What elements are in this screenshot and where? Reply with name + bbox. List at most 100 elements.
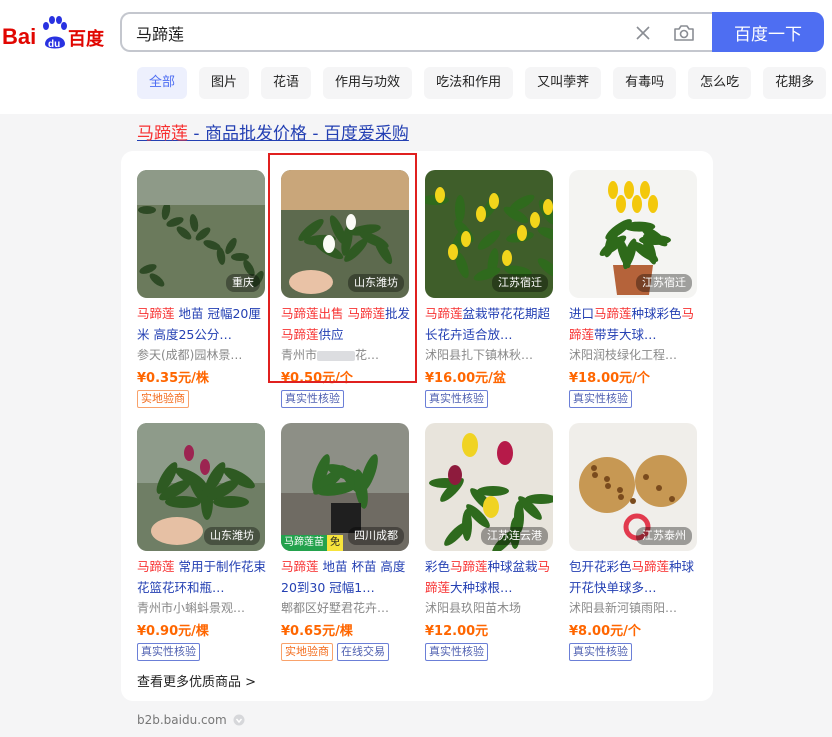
product-title-part: 马蹄莲 <box>594 306 632 321</box>
product-location: 江苏宿迁 <box>636 274 692 292</box>
product-badges: 真实性核验 <box>425 390 488 408</box>
source-domain: b2b.baidu.com <box>137 713 227 727</box>
product-image[interactable]: 山东潍坊 <box>137 423 265 551</box>
product-badges: 实地验商 <box>137 390 189 408</box>
more-products-link[interactable]: 查看更多优质商品 > <box>137 671 256 690</box>
product-title-part: 种球彩色 <box>631 306 682 321</box>
header: Bai du 百度 百度一下 全部图片花语作用与功效吃法和作用又叫荸荠有毒吗怎么… <box>0 0 832 114</box>
product-item[interactable]: 江苏泰州包开花彩色马蹄莲种球开花快单球多… 沭阳县新河镇雨阳… ¥8.00元/个 真实… <box>569 423 701 663</box>
product-location: 山东潍坊 <box>204 527 260 545</box>
product-item[interactable]: 江苏宿迁 进口马蹄莲种球彩色马蹄莲带芽大球… 沭阳润枝绿化工程… ¥18.00元/个真… <box>569 170 701 410</box>
verification-badge: 真实性核验 <box>281 390 344 408</box>
product-image[interactable]: 江苏泰州 <box>569 423 697 551</box>
tab-3[interactable]: 作用与功效 <box>323 67 413 99</box>
product-image[interactable]: 四川成都 马蹄莲苗免 <box>281 423 409 551</box>
product-title-part: 马蹄莲 <box>450 559 488 574</box>
product-price: ¥16.00元/盆 <box>425 371 506 386</box>
camera-icon[interactable] <box>672 21 696 45</box>
verification-badge: 在线交易 <box>337 643 389 661</box>
search-tabs: 全部 图片 花语 作用与功效 吃法和作用 又叫荸荠 有毒吗 怎么吃 花期多 <box>137 67 832 99</box>
product-location: 江苏连云港 <box>481 527 548 545</box>
verification-badge: 真实性核验 <box>137 643 200 661</box>
image-tag-text: 马蹄莲苗 <box>281 535 327 551</box>
product-price: ¥18.00元/个 <box>569 371 650 386</box>
tab-6[interactable]: 有毒吗 <box>613 67 677 99</box>
product-title-part: 种球盆栽 <box>487 559 538 574</box>
result-source: b2b.baidu.com <box>137 713 245 727</box>
product-title[interactable]: 马蹄莲 常用于制作花束花篮花环和瓶… <box>137 556 267 598</box>
svg-text:Bai: Bai <box>2 24 36 49</box>
product-item[interactable]: 四川成都 马蹄莲苗免马蹄莲 地苗 杯苗 高度20到30 冠幅1… 郫都区好墅君花卉…… <box>281 423 413 663</box>
product-location: 江苏宿迁 <box>492 274 548 292</box>
product-item[interactable]: 山东潍坊马蹄莲 常用于制作花束花篮花环和瓶… 青州市小蝌蚪景观… ¥0.90元/棵真… <box>137 423 269 663</box>
clear-icon[interactable] <box>632 22 654 44</box>
svg-text:百度: 百度 <box>68 28 105 50</box>
tab-5[interactable]: 又叫荸荠 <box>525 67 602 99</box>
result-title-highlight: 马蹄莲 <box>137 124 188 144</box>
product-badges: 实地验商 在线交易 <box>281 643 389 661</box>
product-badges: 真实性核验 <box>281 390 344 408</box>
product-item[interactable]: 江苏连云港 彩色马蹄莲种球盆栽马蹄莲大种球根… 沭阳县玖阳苗木场 ¥12.00元 真实性… <box>425 423 557 663</box>
product-image[interactable]: 重庆 <box>137 170 265 298</box>
search-button[interactable]: 百度一下 <box>712 12 824 52</box>
product-title-part: 大种球根… <box>450 580 513 595</box>
result-title-link[interactable]: 马蹄莲 - 商品批发价格 - 百度爱采购 <box>137 119 409 144</box>
product-badges: 真实性核验 <box>569 643 632 661</box>
product-item[interactable]: 重庆 马蹄莲 地苗 冠幅20厘米 高度25公分… 参天(成都)园林景… ¥0.35元/… <box>137 170 269 410</box>
verification-badge: 实地验商 <box>137 390 189 408</box>
product-location: 重庆 <box>226 274 260 292</box>
product-price: ¥8.00元/个 <box>569 624 641 639</box>
product-location: 四川成都 <box>348 527 404 545</box>
tab-0[interactable]: 全部 <box>137 67 188 99</box>
baidu-logo[interactable]: Bai du 百度 <box>2 14 108 54</box>
product-title[interactable]: 马蹄莲 地苗 冠幅20厘米 高度25公分… <box>137 303 267 345</box>
product-item[interactable]: 江苏宿迁马蹄莲盆栽带花花期超长花卉适合放… 沭阳县扎下镇林秋… ¥16.00元/盆真… <box>425 170 557 410</box>
verification-badge: 真实性核验 <box>425 643 488 661</box>
product-card: 查看更多优质商品 > 重庆 马蹄莲 地苗 冠幅20厘米 高度25公分… 参天(成都)… <box>121 151 713 701</box>
tab-8[interactable]: 花期多 <box>763 67 827 99</box>
product-title-part: 带芽大球… <box>594 327 657 342</box>
image-tag-strip: 马蹄莲苗免 <box>281 535 343 551</box>
shield-icon <box>233 714 245 726</box>
product-seller: 郫都区好墅君花卉… <box>281 601 390 615</box>
product-seller: 沭阳润枝绿化工程… <box>569 348 678 362</box>
product-price: ¥0.65元/棵 <box>281 624 353 639</box>
product-price: ¥0.35元/株 <box>137 371 209 386</box>
product-seller: 青州市小蝌蚪景观… <box>137 601 246 615</box>
product-image[interactable]: 江苏宿迁 <box>425 170 553 298</box>
tab-4[interactable]: 吃法和作用 <box>424 67 514 99</box>
verification-badge: 实地验商 <box>281 643 333 661</box>
product-title-part: 包开花彩色 <box>569 559 632 574</box>
tab-1[interactable]: 图片 <box>199 67 250 99</box>
product-title[interactable]: 包开花彩色马蹄莲种球开花快单球多… <box>569 556 699 598</box>
product-badges: 真实性核验 <box>137 643 200 661</box>
product-badges: 真实性核验 <box>425 643 488 661</box>
verification-badge: 真实性核验 <box>425 390 488 408</box>
product-title[interactable]: 彩色马蹄莲种球盆栽马蹄莲大种球根… <box>425 556 555 598</box>
product-title[interactable]: 进口马蹄莲种球彩色马蹄莲带芽大球… <box>569 303 699 345</box>
svg-text:du: du <box>48 39 60 50</box>
product-title-part: 马蹄莲 <box>425 306 463 321</box>
product-title[interactable]: 马蹄莲盆栽带花花期超长花卉适合放… <box>425 303 555 345</box>
product-title-part: 马蹄莲 <box>137 559 175 574</box>
product-title-part: 进口 <box>569 306 595 321</box>
product-title-part: 马蹄莲 <box>631 559 670 574</box>
product-image[interactable]: 江苏连云港 <box>425 423 553 551</box>
verification-badge: 真实性核验 <box>569 643 632 661</box>
product-seller: 沭阳县玖阳苗木场 <box>425 601 522 615</box>
search-box <box>120 12 714 52</box>
search-input[interactable] <box>136 22 616 44</box>
product-image[interactable]: 江苏宿迁 <box>569 170 697 298</box>
tab-2[interactable]: 花语 <box>261 67 312 99</box>
result-title-text: - 商品批发价格 - 百度爱采购 <box>188 124 409 144</box>
product-seller: 沭阳县扎下镇林秋… <box>425 348 534 362</box>
product-price: ¥0.90元/棵 <box>137 624 209 639</box>
product-badges: 真实性核验 <box>569 390 632 408</box>
product-location: 江苏泰州 <box>636 527 692 545</box>
product-title-part: 马蹄莲 <box>281 559 319 574</box>
tab-7[interactable]: 怎么吃 <box>688 67 752 99</box>
product-title-part: 马蹄莲 <box>137 306 175 321</box>
verification-badge: 真实性核验 <box>569 390 632 408</box>
product-seller: 沭阳县新河镇雨阳… <box>569 601 678 615</box>
product-title[interactable]: 马蹄莲 地苗 杯苗 高度20到30 冠幅1… <box>281 556 411 598</box>
